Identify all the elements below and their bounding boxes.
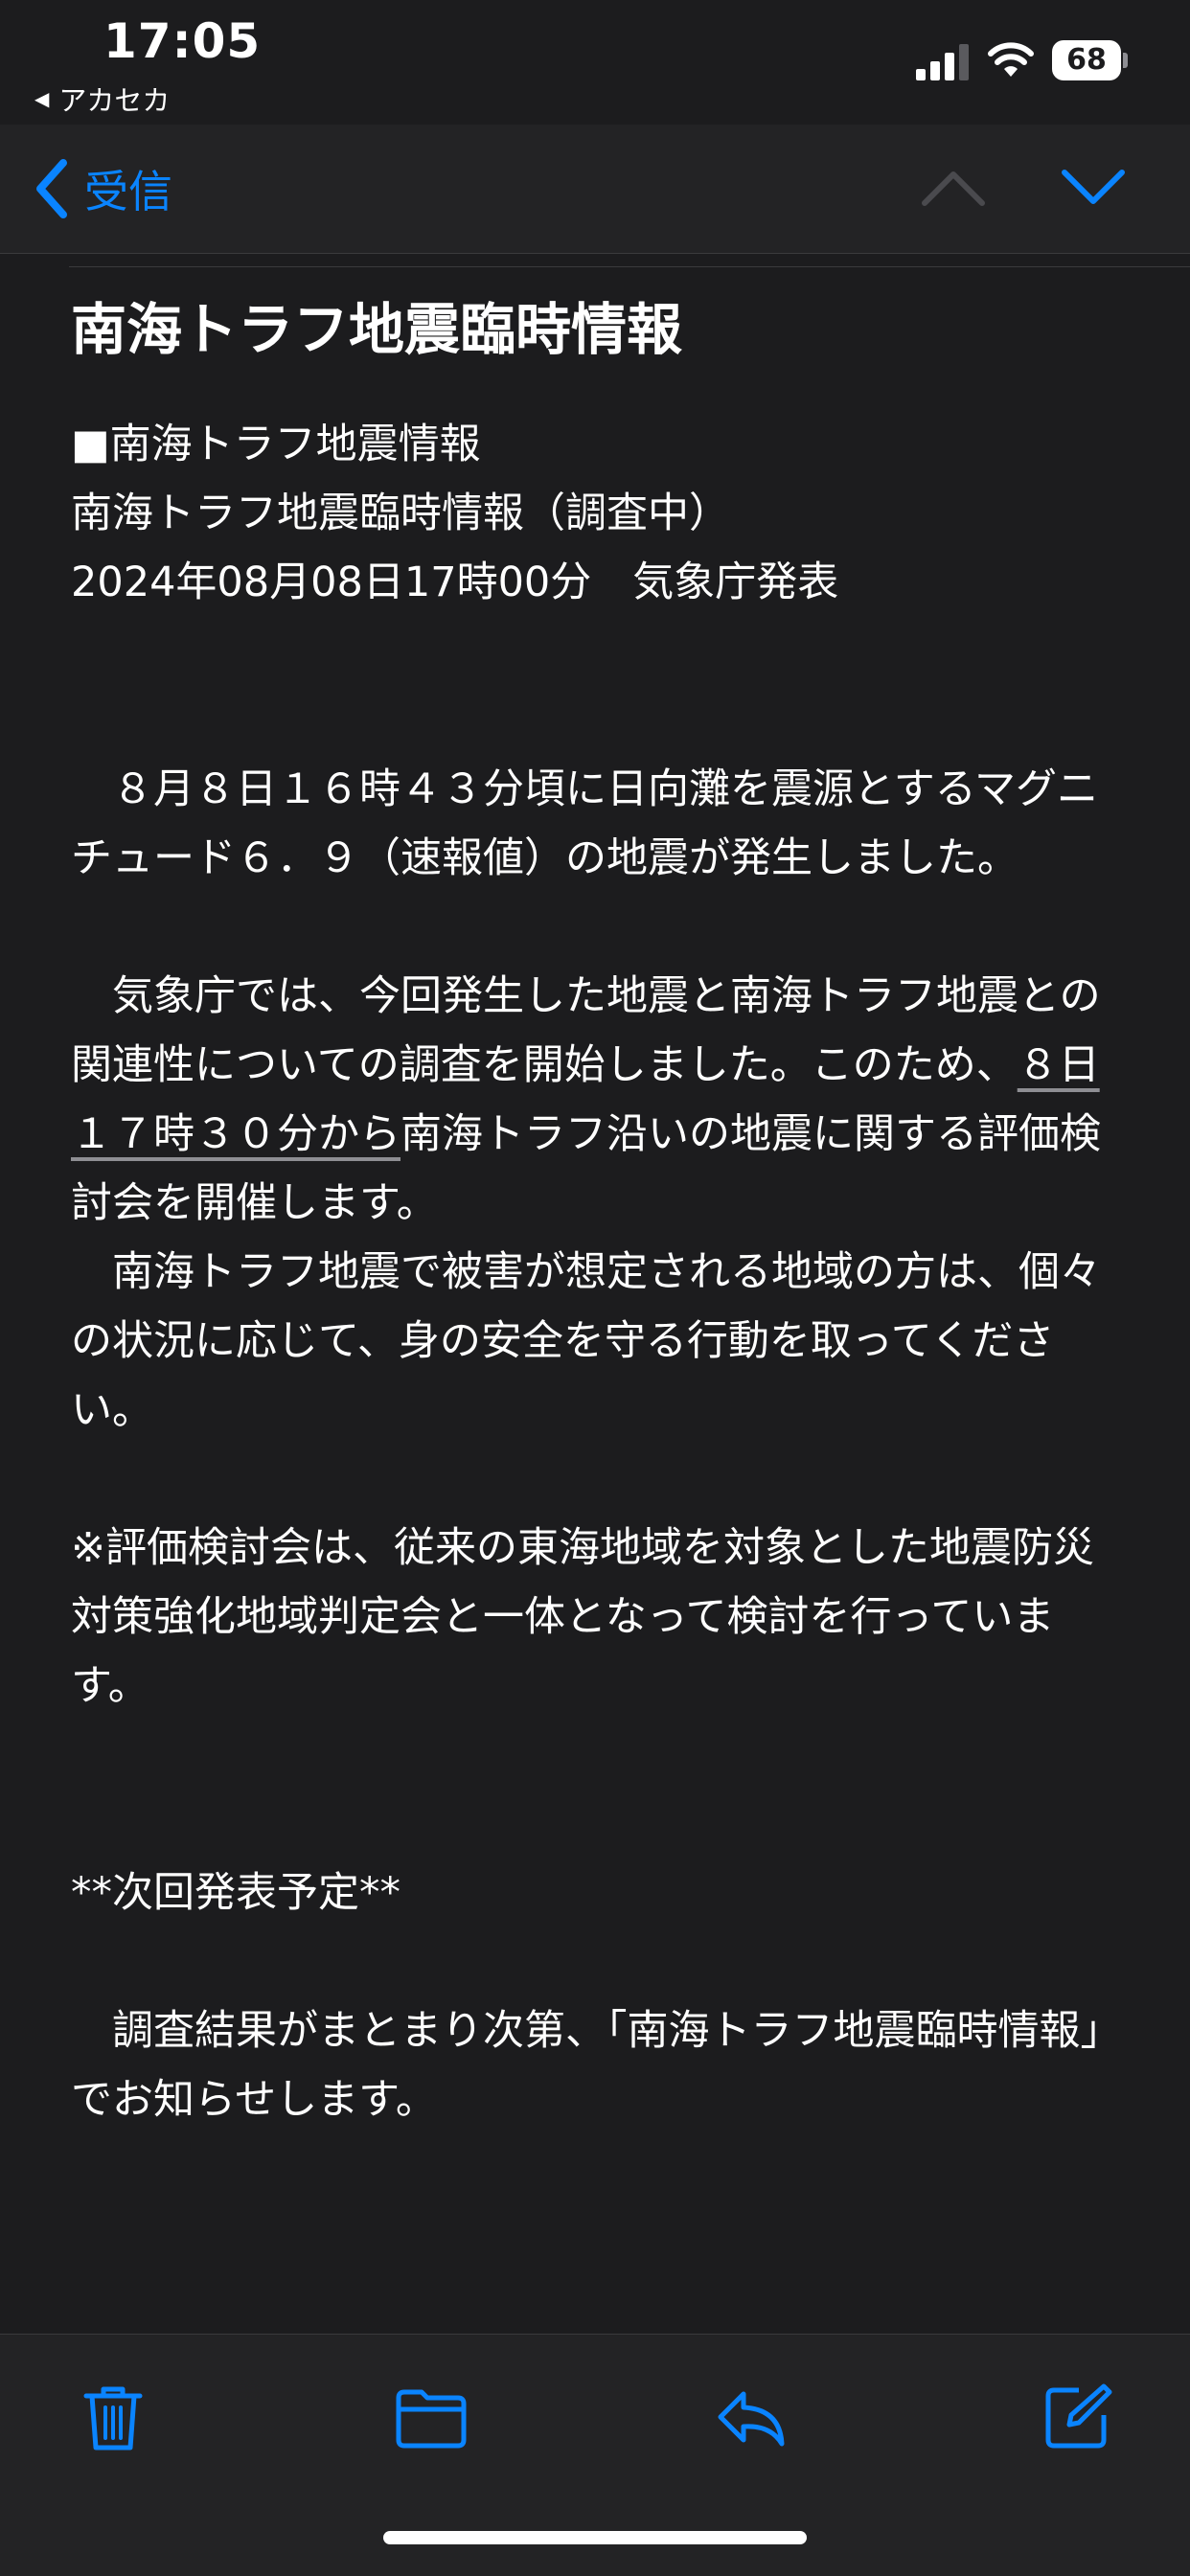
battery-level: 68	[1052, 40, 1121, 80]
header-line-1: ■南海トラフ地震情報	[71, 420, 481, 468]
chevron-left-icon	[36, 159, 67, 218]
back-triangle-icon: ◀	[34, 87, 50, 110]
cellular-signal-icon	[916, 44, 969, 80]
move-to-folder-button[interactable]	[395, 2381, 468, 2453]
header-divider	[69, 266, 1190, 267]
header-line-2: 南海トラフ地震臨時情報（調査中）	[71, 489, 730, 537]
previous-message-chevron-up-icon[interactable]	[920, 167, 987, 209]
compose-button[interactable]	[1041, 2381, 1113, 2453]
paragraph-investigation-text-1: 気象庁では、今回発生した地震と南海トラフ地震との関連性についての調査を開始しまし…	[71, 971, 1101, 1089]
trash-button[interactable]	[77, 2381, 149, 2453]
message-subject: 南海トラフ地震臨時情報	[71, 297, 683, 362]
inbox-back-label: 受信	[84, 166, 172, 217]
battery-icon: 68	[1052, 40, 1128, 80]
status-bar: 17:05 ◀ アカセカ 68	[0, 0, 1190, 125]
reply-icon	[718, 2391, 785, 2447]
wifi-icon	[988, 42, 1034, 77]
header-line-3: 2024年08月08日17時00分 気象庁発表	[71, 558, 839, 606]
reply-button[interactable]	[715, 2381, 788, 2453]
folder-icon	[396, 2389, 467, 2449]
paragraph-earthquake-report: ８月８日１６時４３分頃に日向灘を震源とするマグニチュード６．９（速報値）の地震が…	[71, 764, 1098, 882]
message-body: 南海トラフ地震臨時情報 ■南海トラフ地震情報 南海トラフ地震臨時情報（調査中） …	[71, 287, 1125, 2134]
battery-tip	[1123, 53, 1128, 68]
next-message-chevron-down-icon[interactable]	[1060, 167, 1127, 209]
paragraph-investigation: 気象庁では、今回発生した地震と南海トラフ地震との関連性についての調査を開始しまし…	[71, 962, 1125, 1238]
inbox-back-button[interactable]: 受信	[34, 157, 172, 220]
next-announcement-heading: **次回発表予定**	[71, 1868, 400, 1917]
trash-icon	[83, 2386, 143, 2451]
back-to-app-link[interactable]: ◀ アカセカ	[34, 79, 170, 119]
compose-icon	[1045, 2383, 1112, 2449]
paragraph-next-announcement: 調査結果がまとまり次第、「南海トラフ地震臨時情報」でお知らせします。	[71, 2006, 1122, 2124]
status-time: 17:05	[103, 13, 262, 69]
paragraph-note: ※評価検討会は、従来の東海地域を対象とした地震防災対策強化地域判定会と一体となっ…	[71, 1523, 1095, 1710]
navigation-bar: 受信	[0, 125, 1190, 254]
home-indicator[interactable]	[383, 2531, 807, 2544]
paragraph-safety-advice: 南海トラフ地震で被害が想定される地域の方は、個々の状況に応じて、身の安全を守る行…	[71, 1247, 1101, 1434]
back-app-label: アカセカ	[58, 84, 171, 117]
